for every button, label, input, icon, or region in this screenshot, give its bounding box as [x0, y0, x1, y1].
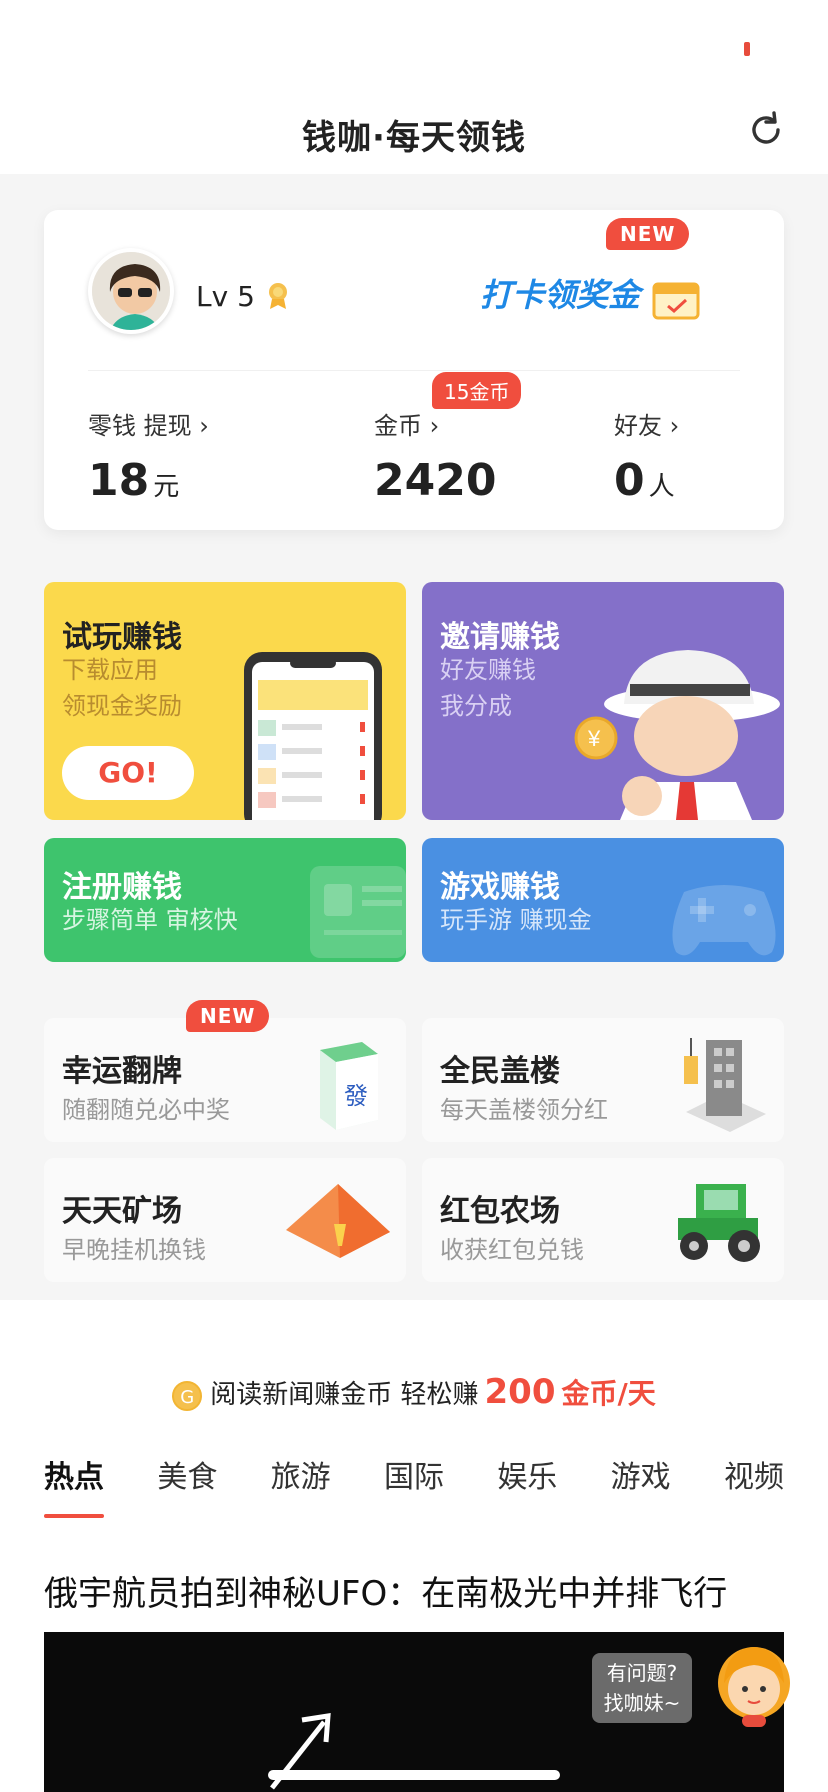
- new-badge: NEW: [606, 218, 690, 250]
- tile-subtitle: 玩手游 赚现金: [440, 906, 592, 934]
- tile-game[interactable]: 游戏赚钱 玩手游 赚现金: [422, 838, 784, 962]
- phone-icon: [244, 652, 382, 820]
- pyramid-icon: [286, 1184, 390, 1258]
- svg-text:¥: ¥: [587, 726, 601, 751]
- tab-games[interactable]: 游戏: [611, 1452, 671, 1512]
- tractor-icon: [678, 1184, 760, 1262]
- page-title: 钱咖·每天领钱: [302, 118, 526, 158]
- new-badge: NEW: [186, 1000, 270, 1032]
- avatar[interactable]: [88, 248, 174, 334]
- home-indicator: [268, 1770, 560, 1780]
- feature-subtitle: 收获红包兑钱: [440, 1236, 584, 1264]
- profile-card: Lv 5 打卡领奖金 NEW 15金币 零钱 提现 › 18 元 金币 › 242…: [44, 210, 784, 530]
- tab-international[interactable]: 国际: [384, 1452, 444, 1512]
- help-bubble[interactable]: 有问题? 找咖妹~: [592, 1653, 692, 1723]
- assistant-avatar-icon[interactable]: [712, 1637, 796, 1733]
- tile-title: 试玩赚钱: [62, 620, 182, 655]
- refresh-icon[interactable]: [744, 108, 788, 152]
- go-button[interactable]: GO!: [62, 746, 194, 800]
- feature-title: 幸运翻牌: [62, 1054, 182, 1089]
- tile-title: 邀请赚钱: [440, 620, 560, 655]
- news-promo: G 阅读新闻赚金币 轻松赚 200 金币/天: [0, 1372, 828, 1412]
- friends-label: 好友 ›: [614, 412, 680, 440]
- tab-hot[interactable]: 热点: [44, 1452, 104, 1518]
- tab-travel[interactable]: 旅游: [271, 1452, 331, 1512]
- stat-coins[interactable]: 金币 › 2420: [374, 406, 496, 506]
- tile-title: 游戏赚钱: [440, 870, 560, 905]
- feature-subtitle: 每天盖楼领分红: [440, 1096, 608, 1124]
- feature-lucky-flip[interactable]: 幸运翻牌 随翻随兑必中奖 發: [44, 1018, 406, 1142]
- tab-underline: [44, 1514, 104, 1518]
- status-bar: [0, 0, 828, 90]
- feature-title: 红包农场: [440, 1194, 560, 1229]
- news-section: G 阅读新闻赚金币 轻松赚 200 金币/天 热点 美食 旅游 国际 娱乐 游戏 视频…: [0, 1300, 828, 1792]
- feature-subtitle: 早晚挂机换钱: [62, 1236, 206, 1264]
- friends-value: 0人: [614, 455, 675, 506]
- tab-video[interactable]: 视频: [724, 1452, 784, 1512]
- balance-label: 零钱 提现 ›: [88, 412, 209, 440]
- level-label: Lv 5: [196, 280, 255, 313]
- news-headline[interactable]: 俄宇航员拍到神秘UFO：在南极光中并排飞行: [44, 1566, 727, 1615]
- tile-invite[interactable]: 邀请赚钱 好友赚钱 我分成 ¥: [422, 582, 784, 820]
- coins-value: 2420: [374, 455, 497, 506]
- status-indicator: [744, 42, 750, 56]
- feature-mine[interactable]: 天天矿场 早晚挂机换钱: [44, 1158, 406, 1282]
- feature-building[interactable]: 全民盖楼 每天盖楼领分红: [422, 1018, 784, 1142]
- feature-title: 全民盖楼: [440, 1054, 560, 1089]
- news-tabs: 热点 美食 旅游 国际 娱乐 游戏 视频: [44, 1452, 784, 1518]
- svg-text:發: 發: [344, 1082, 368, 1110]
- feature-title: 天天矿场: [62, 1194, 182, 1229]
- tab-entertainment[interactable]: 娱乐: [497, 1452, 557, 1512]
- feature-subtitle: 随翻随兑必中奖: [62, 1096, 230, 1124]
- tile-title: 注册赚钱: [62, 870, 182, 905]
- calendar-icon: [652, 282, 700, 320]
- tab-food[interactable]: 美食: [157, 1452, 217, 1512]
- tile-subtitle: 好友赚钱 我分成: [440, 656, 536, 720]
- card-divider: [88, 370, 740, 371]
- feature-farm[interactable]: 红包农场 收获红包兑钱: [422, 1158, 784, 1282]
- medal-icon: [269, 283, 287, 309]
- app-header: 钱咖·每天领钱: [0, 90, 828, 174]
- tile-trial[interactable]: 试玩赚钱 下载应用 领现金奖励 GO!: [44, 582, 406, 820]
- stat-friends[interactable]: 好友 › 0人: [614, 406, 679, 506]
- building-icon: [684, 1038, 766, 1132]
- coin-bonus-tag: 15金币: [432, 372, 522, 409]
- gold-coin-icon: G: [172, 1380, 203, 1411]
- id-card-icon: [310, 866, 406, 958]
- balance-value: 18 元: [88, 455, 180, 506]
- tile-subtitle: 下载应用 领现金奖励: [62, 656, 182, 720]
- checkin-reward-link[interactable]: 打卡领奖金: [480, 270, 640, 316]
- stat-balance[interactable]: 零钱 提现 › 18 元: [88, 406, 209, 506]
- tile-register[interactable]: 注册赚钱 步骤简单 审核快: [44, 838, 406, 962]
- tile-subtitle: 步骤简单 审核快: [62, 906, 238, 934]
- gamepad-icon: [672, 885, 776, 956]
- mahjong-icon: 發: [320, 1042, 378, 1130]
- character-icon: ¥: [574, 650, 780, 820]
- coins-label: 金币 ›: [374, 412, 440, 440]
